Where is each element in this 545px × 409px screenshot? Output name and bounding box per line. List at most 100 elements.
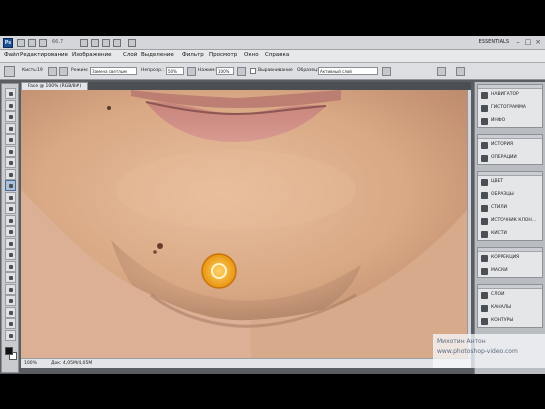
panel-item-образцы[interactable]: ОБРАЗЦЫ [478,190,542,201]
panel-item-инфо[interactable]: ИНФО [478,116,542,127]
panel-item-слои[interactable]: СЛОИ [478,290,542,301]
panel-item-icon [481,255,488,262]
panel-item-icon [481,92,488,99]
panel-item-label: ИНФО [491,118,506,123]
zoom-level[interactable]: 66.7 [52,39,63,45]
zoom-icon[interactable] [5,329,16,341]
pressure-size-icon[interactable] [437,67,446,76]
menu-file[interactable]: Файл [4,52,19,58]
ignore-adjustments-icon[interactable] [382,67,391,76]
blur-icon[interactable] [5,226,16,237]
brush-size[interactable]: 19 [37,68,43,73]
minimize-icon[interactable]: – [514,39,522,47]
menu-filter[interactable]: Фильтр [182,52,204,58]
mini-bridge-icon[interactable] [28,39,36,47]
menu-help[interactable]: Справка [265,52,289,58]
crop-icon[interactable] [5,134,16,145]
flow-input[interactable]: 100% [216,67,234,75]
gradient-icon[interactable] [5,214,16,226]
panel-item-навигатор[interactable]: НАВИГАТОР [478,90,542,101]
type-icon[interactable] [5,260,16,272]
menu-window[interactable]: Окно [244,52,259,58]
tool-preset-icon[interactable] [4,66,15,77]
clone-source-icon[interactable] [59,67,68,76]
pen-icon[interactable] [5,249,16,260]
panel-item-icon [481,268,488,275]
panel-item-стили[interactable]: СТИЛИ [478,203,542,214]
menu-image[interactable]: Изображение [72,52,112,58]
menu-edit[interactable]: Редактирование [20,52,68,58]
menu-bar: Файл Редактирование Изображение Слой Выд… [0,50,545,63]
panel-group-grip[interactable] [478,85,542,89]
bridge-icon[interactable] [17,39,25,47]
panel-item-гистограмма[interactable]: ГИСТОГРАММА [478,103,542,114]
panel-group-grip[interactable] [478,172,542,176]
brush-label: Кисть: [22,68,38,73]
opacity-input[interactable]: 50% [166,67,184,75]
menu-select[interactable]: Выделение [141,52,174,58]
panel-item-источник-клон[interactable]: ИСТОЧНИК КЛОН... [478,216,542,227]
brush-icon[interactable] [5,168,16,180]
eraser-icon[interactable] [5,203,16,214]
brush-panel-icon[interactable] [48,67,57,76]
shape-icon[interactable] [5,283,16,295]
move-icon[interactable] [5,88,16,99]
history-brush-icon[interactable] [5,191,16,203]
magic-wand-icon[interactable] [5,122,16,134]
panel-item-маски[interactable]: МАСКИ [478,266,542,277]
image-canvas[interactable] [21,90,467,368]
rotate-view-icon[interactable] [102,39,110,47]
zoom-tool-icon[interactable] [91,39,99,47]
marquee-icon[interactable] [5,99,16,111]
pressure-opacity-icon[interactable] [187,67,196,76]
aligned-checkbox[interactable] [250,68,256,74]
panel-group: ЦВЕТ ОБРАЗЦЫ СТИЛИ ИСТОЧНИК КЛОН... КИСТИ [477,171,543,241]
flow-label: Нажим: [198,68,217,73]
path-select-icon[interactable] [5,272,16,283]
3d-orbit-icon[interactable] [5,306,16,318]
healing-icon[interactable] [5,157,16,168]
airbrush-icon[interactable] [237,67,246,76]
panel-item-история[interactable]: ИСТОРИЯ [478,140,542,151]
options-bar: Кисть: 19 Режим: Замена светлым Непрозр.… [0,63,545,80]
panel-item-каналы[interactable]: КАНАЛЫ [478,303,542,314]
dodge-icon[interactable] [5,237,16,249]
maximize-icon[interactable]: □ [524,39,532,47]
status-doc-size: Док: 4,05М/4,05М [51,361,93,366]
menu-layer[interactable]: Слой [123,52,137,58]
close-icon[interactable]: × [534,39,542,47]
panel-toggle-icon[interactable] [456,67,465,76]
panel-item-цвет[interactable]: ЦВЕТ [478,177,542,188]
mode-select[interactable]: Замена светлым [90,67,137,75]
workspace-switcher[interactable]: ESSENTIALS [479,39,509,45]
3d-rotate-icon[interactable] [5,295,16,306]
panel-item-операции[interactable]: ОПЕРАЦИИ [478,153,542,164]
panel-group-grip[interactable] [478,285,542,289]
aligned-label: Выравнивание [258,68,293,73]
eyedropper-icon[interactable] [5,145,16,157]
sample-select[interactable]: Активный слой [318,67,378,75]
clone-stamp-icon[interactable] [5,180,16,191]
screen-mode-icon[interactable] [128,39,136,47]
panel-item-коррекция[interactable]: КОРРЕКЦИЯ [478,253,542,264]
foreground-color-swatch[interactable] [5,347,13,355]
watermark-author: Михотин Антон [437,338,486,345]
panel-item-icon [481,142,488,149]
document-window: Face @ 100% (RGB/8#) [21,82,471,368]
panel-item-контуры[interactable]: КОНТУРЫ [478,316,542,327]
panel-item-icon [481,231,488,238]
status-zoom[interactable]: 100% [24,359,37,368]
panel-item-кисти[interactable]: КИСТИ [478,229,542,240]
view-extras-icon[interactable] [39,39,47,47]
panel-item-icon [481,292,488,299]
arrange-documents-icon[interactable] [113,39,121,47]
hand-icon[interactable] [5,318,16,329]
vertical-scrollbar[interactable] [467,90,471,368]
lasso-icon[interactable] [5,111,16,122]
panel-group-grip[interactable] [478,248,542,252]
document-tab[interactable]: Face @ 100% (RGB/8#) [21,82,89,90]
menu-view[interactable]: Просмотр [209,52,237,58]
hand-tool-icon[interactable] [80,39,88,47]
panel-group: СЛОИ КАНАЛЫ КОНТУРЫ [477,284,543,328]
panel-group-grip[interactable] [478,135,542,139]
